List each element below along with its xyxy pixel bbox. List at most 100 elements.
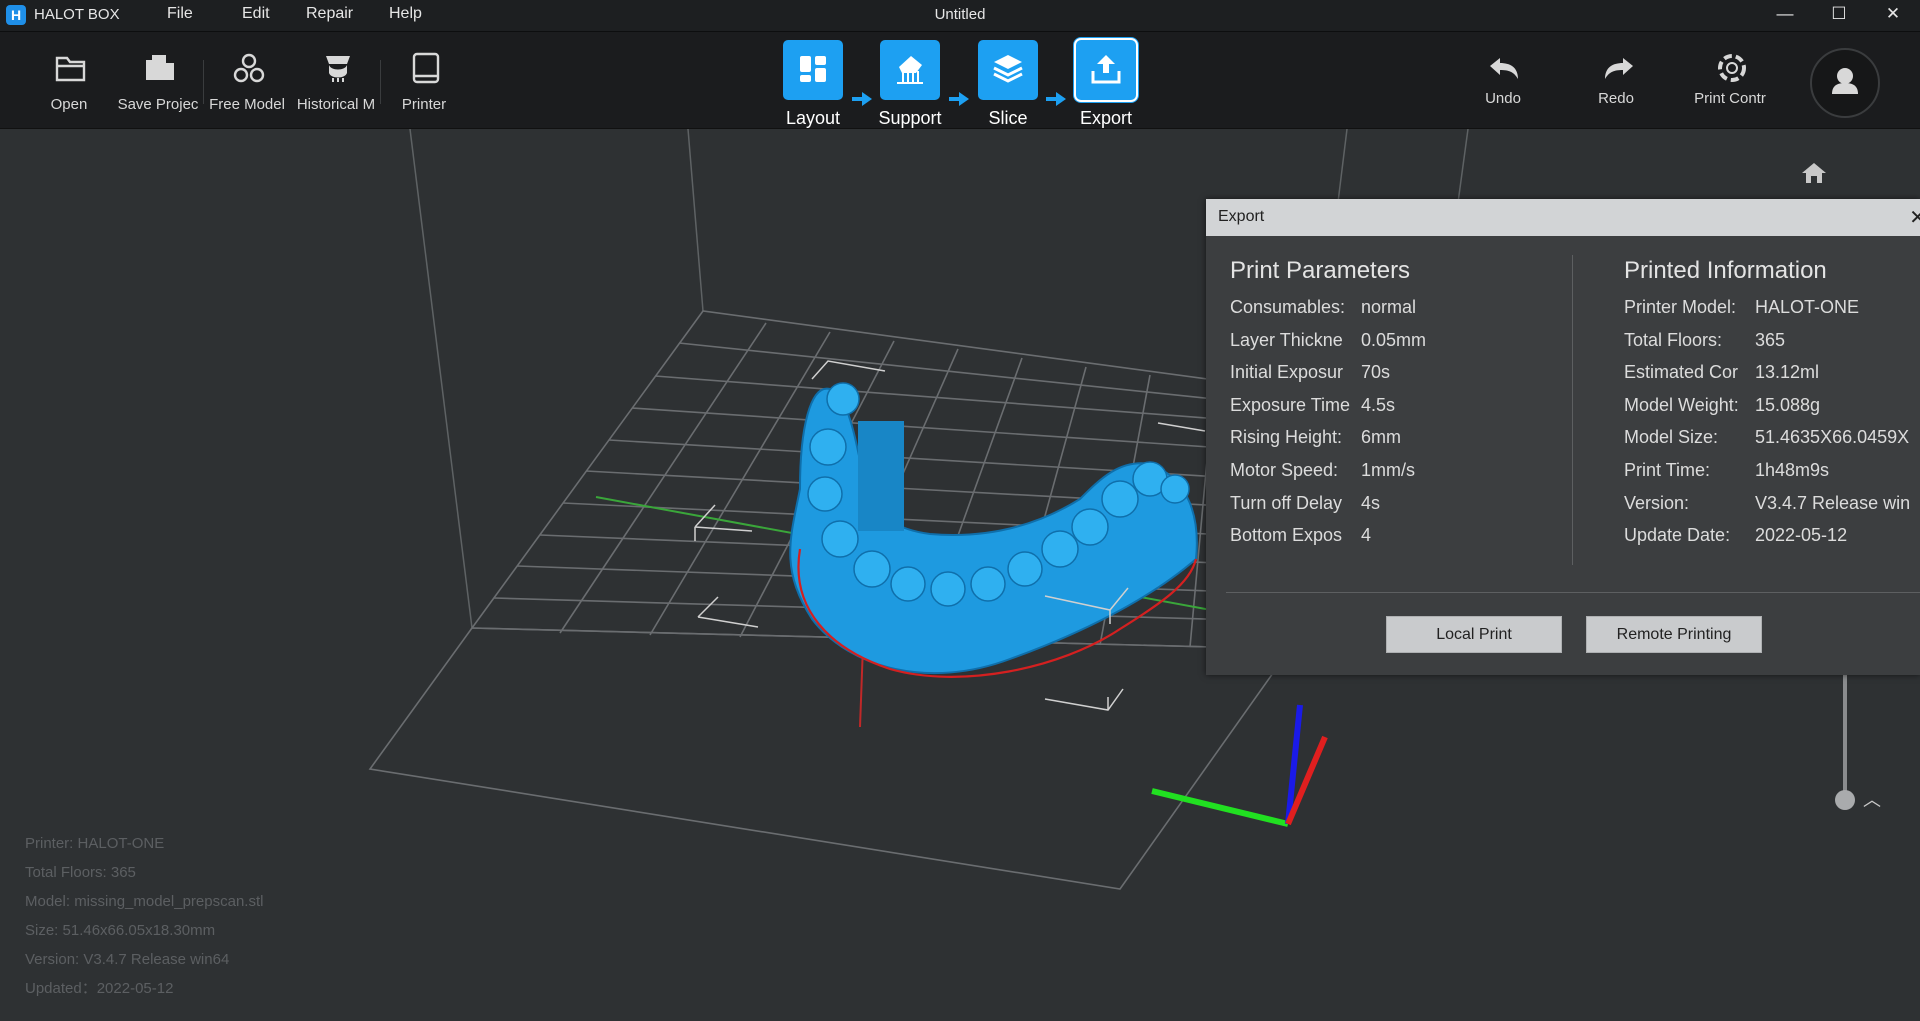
menu-edit[interactable]: Edit xyxy=(242,5,270,23)
parameter-label: Print Time: xyxy=(1624,460,1711,480)
parameter-label: Bottom Expos xyxy=(1230,525,1343,546)
parameter-label: Total Floors: xyxy=(1624,329,1723,350)
step-layout-label: Layout xyxy=(785,108,841,128)
chevron-up-icon[interactable]: ︿ xyxy=(1863,786,1881,812)
parameter-label: Exposure Time xyxy=(1230,394,1351,415)
menu-help[interactable]: Help xyxy=(389,5,422,23)
toolbar: Open Save Projec Free Model Historical M… xyxy=(0,32,1920,129)
user-icon xyxy=(1832,68,1858,94)
undo-button[interactable]: Undo xyxy=(1458,32,1548,128)
free-model-button[interactable]: Free Model xyxy=(202,32,292,128)
step-export-box xyxy=(1074,38,1138,102)
parameter-value: 1h48m9s xyxy=(1755,460,1830,480)
remote-printing-button[interactable]: Remote Printing xyxy=(1586,616,1762,653)
save-project-label: Save Projec xyxy=(117,96,199,113)
dental-model[interactable] xyxy=(789,382,1198,678)
parameter-row: Model Weight: 15.088g xyxy=(1624,395,1915,419)
info-printer: Printer: HALOT-ONE xyxy=(25,835,165,852)
maximize-button[interactable]: ☐ xyxy=(1822,4,1856,26)
parameter-row: Printer Model: HALOT-ONE xyxy=(1624,297,1915,321)
close-icon[interactable]: ✕ xyxy=(1909,205,1920,230)
parameter-label: Model Size: xyxy=(1624,427,1719,448)
parameter-label: Initial Exposur xyxy=(1230,362,1344,383)
window-title: Untitled xyxy=(934,6,986,23)
step-support-label: Support xyxy=(878,108,942,128)
redo-button[interactable]: Redo xyxy=(1571,32,1661,128)
parameter-value: normal xyxy=(1361,297,1417,317)
folder-open-icon xyxy=(55,56,86,82)
printer-icon xyxy=(412,52,440,84)
export-dialog: Export ✕ Print Parameters Consumables: no… xyxy=(1206,199,1920,675)
arrow-right-icon xyxy=(852,92,872,106)
parameter-value: V3.4.7 Release win xyxy=(1755,492,1911,513)
dialog-header: Export ✕ xyxy=(1206,199,1920,236)
export-icon xyxy=(1091,55,1121,84)
parameter-label: Layer Thickne xyxy=(1230,329,1343,350)
undo-icon xyxy=(1490,58,1518,79)
home-view-icon[interactable] xyxy=(1800,161,1828,185)
parameter-row: Initial Exposur 70s xyxy=(1230,362,1561,386)
step-layout-box xyxy=(783,40,843,100)
view-slider-track[interactable] xyxy=(1843,675,1847,797)
layers-icon xyxy=(993,55,1023,83)
info-updated: Updated：2022-05-12 xyxy=(25,980,174,997)
parameter-label: Version: xyxy=(1624,492,1690,513)
print-control-button[interactable]: Print Contr xyxy=(1685,32,1775,128)
parameter-label: Rising Height: xyxy=(1230,427,1343,448)
parameter-value: 2022-05-12 xyxy=(1755,525,1848,546)
step-export[interactable]: Export xyxy=(1066,38,1146,130)
parameter-label: Turn off Delay xyxy=(1230,492,1343,513)
dialog-title: Export xyxy=(1218,208,1265,225)
printer-label: Printer xyxy=(401,96,447,113)
step-support[interactable]: Support xyxy=(870,40,950,130)
app-logo: H xyxy=(6,5,26,25)
printed-information-heading: Printed Information xyxy=(1624,257,1827,284)
parameter-row: Version: V3.4.7 Release win xyxy=(1624,493,1915,517)
close-window-button[interactable]: ✕ xyxy=(1876,4,1910,26)
dialog-divider xyxy=(1226,592,1920,593)
column-divider xyxy=(1572,255,1573,565)
step-layout[interactable]: Layout xyxy=(773,40,853,130)
arrow-right-icon xyxy=(949,92,969,106)
user-avatar-button[interactable] xyxy=(1810,48,1880,118)
step-support-box xyxy=(880,40,940,100)
minimize-button[interactable]: — xyxy=(1768,4,1802,26)
parameter-value: 15.088g xyxy=(1755,394,1821,415)
parameter-label: Update Date: xyxy=(1624,525,1731,546)
historical-model-button[interactable]: Historical M xyxy=(291,32,381,128)
save-project-button[interactable]: Save Projec xyxy=(113,32,203,128)
model-info-panel: Printer: HALOT-ONE Total Floors: 365 Mod… xyxy=(25,829,263,1003)
app-name: HALOT BOX xyxy=(34,6,120,23)
open-button[interactable]: Open xyxy=(24,32,114,128)
step-slice[interactable]: Slice xyxy=(968,40,1048,130)
parameter-row: Total Floors: 365 xyxy=(1624,330,1915,354)
arrow-right-icon xyxy=(1046,92,1066,106)
menu-file[interactable]: File xyxy=(167,5,193,23)
parameter-value: 0.05mm xyxy=(1361,329,1427,350)
parameter-label: Model Weight: xyxy=(1624,394,1739,415)
redo-label: Redo xyxy=(1598,90,1634,107)
parameter-row: Rising Height: 6mm xyxy=(1230,427,1561,451)
parameter-row: Motor Speed: 1mm/s xyxy=(1230,460,1561,484)
printer-button[interactable]: Printer xyxy=(379,32,469,128)
local-print-button[interactable]: Local Print xyxy=(1386,616,1562,653)
free-model-label: Free Model xyxy=(209,96,285,113)
menu-repair[interactable]: Repair xyxy=(306,5,353,23)
parameter-value: 51.4635X66.0459X xyxy=(1755,427,1910,448)
free-model-icon xyxy=(233,53,265,83)
parameter-value: 4.5s xyxy=(1361,394,1396,415)
parameter-row: Bottom Expos 4 xyxy=(1230,525,1561,549)
save-folder-icon xyxy=(146,55,174,80)
print-parameters-heading: Print Parameters xyxy=(1230,257,1411,284)
parameter-row: Estimated Cor 13.12ml xyxy=(1624,362,1915,386)
parameter-row: Update Date: 2022-05-12 xyxy=(1624,525,1915,549)
redo-icon xyxy=(1605,58,1633,79)
historical-model-label: Historical M xyxy=(296,96,376,113)
info-size: Size: 51.46x66.05x18.30mm xyxy=(25,922,216,939)
support-icon xyxy=(897,56,923,84)
undo-label: Undo xyxy=(1485,90,1521,107)
parameter-label: Estimated Cor xyxy=(1624,362,1739,383)
info-model: Model: missing_model_prepscan.stl xyxy=(25,893,264,910)
view-slider-handle[interactable] xyxy=(1835,790,1855,810)
parameter-row: Exposure Time 4.5s xyxy=(1230,395,1561,419)
